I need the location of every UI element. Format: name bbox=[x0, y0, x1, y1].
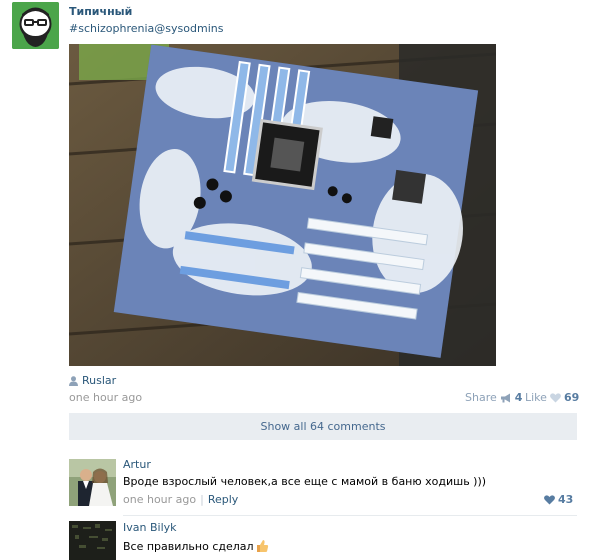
reply-link[interactable]: Reply bbox=[208, 493, 238, 506]
like-count: 69 bbox=[563, 391, 580, 404]
thumbs-up-emoji-icon bbox=[256, 540, 268, 552]
commenter-name[interactable]: Artur bbox=[123, 458, 151, 471]
user-icon bbox=[69, 375, 78, 386]
share-count: 4 bbox=[514, 391, 523, 404]
comment-timestamp[interactable]: one hour ago bbox=[123, 493, 196, 506]
comment-like-button[interactable]: 43 bbox=[544, 493, 573, 506]
comment-body: Все правильно сделал bbox=[123, 539, 269, 553]
group-name[interactable]: Типичный bbox=[69, 5, 132, 18]
post-photo[interactable] bbox=[69, 44, 496, 366]
comment-text: Вроде взрослый человек,а все еще с мамой… bbox=[123, 475, 487, 488]
group-avatar[interactable] bbox=[12, 2, 59, 49]
bearded-face-icon bbox=[12, 2, 59, 49]
heart-icon bbox=[549, 392, 561, 402]
group-hashtag-link[interactable]: #schizophrenia@sysodmins bbox=[69, 22, 223, 35]
commenter-name[interactable]: Ivan Bilyk bbox=[123, 521, 177, 534]
motherboard-photo-image bbox=[69, 44, 496, 366]
show-all-comments-button[interactable]: Show all 64 comments bbox=[69, 413, 577, 440]
comment-meta: one hour ago | Reply bbox=[123, 493, 238, 506]
comment-divider bbox=[123, 515, 577, 516]
comment-text: Все правильно сделал bbox=[123, 540, 254, 553]
megaphone-icon bbox=[500, 393, 510, 402]
post-author-name[interactable]: Ruslar bbox=[82, 374, 116, 387]
post-timestamp[interactable]: one hour ago bbox=[69, 391, 142, 404]
heart-icon bbox=[544, 494, 555, 504]
commenter-avatar[interactable] bbox=[69, 521, 116, 560]
like-label: Like bbox=[525, 391, 547, 404]
dark-pixel-avatar-image bbox=[69, 521, 116, 560]
post-author[interactable]: Ruslar bbox=[69, 374, 116, 387]
share-label: Share bbox=[465, 391, 497, 404]
wedding-photo-image bbox=[69, 459, 116, 506]
share-button[interactable]: Share 4 bbox=[465, 391, 522, 404]
like-button[interactable]: Like 69 bbox=[525, 391, 579, 404]
commenter-avatar[interactable] bbox=[69, 459, 116, 506]
meta-separator: | bbox=[200, 493, 204, 506]
comment-like-count: 43 bbox=[558, 493, 574, 506]
